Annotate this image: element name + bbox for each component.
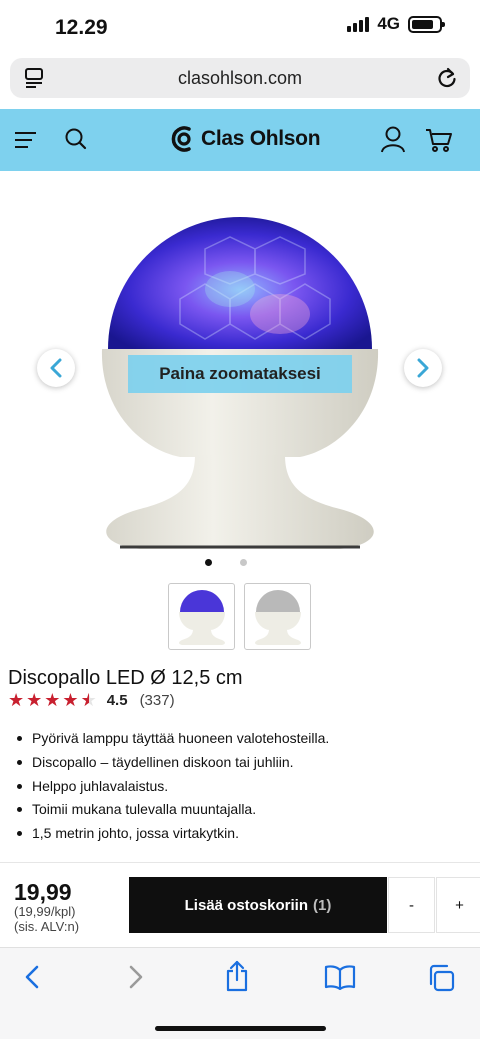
star-full-icon: ★ <box>8 690 25 710</box>
status-time: 12.29 <box>55 16 108 39</box>
cart-quantity: (1) <box>313 896 332 914</box>
rating-count: (337) <box>139 691 175 709</box>
address-bar[interactable]: clasohlson.com <box>10 58 470 98</box>
quantity-decrease-button[interactable]: - <box>388 877 435 933</box>
feature-list: Pyörivä lamppu täyttää huoneen valotehos… <box>16 727 329 846</box>
brand-name: Clas Ohlson <box>201 127 321 150</box>
thumbnail-strip <box>168 583 311 650</box>
cart-icon[interactable] <box>425 127 453 158</box>
price: 19,99 <box>14 879 72 905</box>
home-indicator <box>155 1026 326 1031</box>
forward-icon[interactable] <box>126 964 146 995</box>
network-label: 4G <box>377 14 400 33</box>
star-full-icon: ★ <box>62 690 79 710</box>
signal-icon <box>347 16 370 32</box>
star-full-icon: ★ <box>44 690 61 710</box>
url-text: clasohlson.com <box>177 68 303 88</box>
gallery-dot[interactable] <box>240 559 247 566</box>
chevron-left-icon <box>50 358 62 378</box>
star-half-icon: ★ <box>80 690 97 710</box>
product-rating[interactable]: ★ ★ ★ ★ ★ 4.5 (337) <box>8 690 175 710</box>
share-icon[interactable] <box>224 960 250 997</box>
account-icon[interactable] <box>380 125 406 158</box>
star-full-icon: ★ <box>26 690 43 710</box>
brand-logo[interactable]: Clas Ohlson <box>170 124 321 154</box>
vat-note: (sis. ALV:n) <box>14 919 80 934</box>
thumbnail-1[interactable] <box>168 583 235 650</box>
feature-item: Pyörivä lamppu täyttää huoneen valotehos… <box>16 727 329 751</box>
thumbnail-2[interactable] <box>244 583 311 650</box>
unit-price: (19,99/kpl) <box>14 904 76 919</box>
status-bar: 12.29 4G <box>0 0 480 56</box>
back-icon[interactable] <box>22 964 42 995</box>
feature-item: Helppo juhlavalaistus. <box>16 775 329 799</box>
gallery-dot-active[interactable] <box>205 559 212 566</box>
product-title: Discopallo LED Ø 12,5 cm <box>8 667 243 689</box>
chevron-right-icon <box>417 358 429 378</box>
battery-icon <box>408 15 445 33</box>
tabs-icon[interactable] <box>427 964 455 997</box>
gallery-next-button[interactable] <box>404 349 442 387</box>
product-gallery[interactable]: Paina zoomataksesi <box>0 171 480 576</box>
reload-icon[interactable] <box>436 66 458 95</box>
zoom-hint[interactable]: Paina zoomataksesi <box>128 355 352 393</box>
rating-score: 4.5 <box>106 691 128 709</box>
add-to-cart-label: Lisää ostoskoriin <box>184 896 309 914</box>
quantity-increase-button[interactable]: + <box>436 877 480 933</box>
feature-item: Toimii mukana tulevalla muuntajalla. <box>16 798 329 822</box>
clas-ohlson-logo-icon <box>171 126 191 152</box>
bookmarks-icon[interactable] <box>324 964 356 995</box>
site-header: Clas Ohlson <box>0 109 480 171</box>
browser-toolbar <box>0 947 480 1039</box>
status-indicators: 4G <box>347 14 445 34</box>
gallery-prev-button[interactable] <box>37 349 75 387</box>
search-icon[interactable] <box>64 127 88 156</box>
feature-item: Discopallo – täydellinen diskoon tai juh… <box>16 751 329 775</box>
add-to-cart-button[interactable]: Lisää ostoskoriin (1) <box>129 877 387 933</box>
hamburger-menu-icon[interactable] <box>14 130 38 155</box>
purchase-bar: 19,99 (19,99/kpl) (sis. ALV:n) Lisää ost… <box>0 862 480 946</box>
feature-item: 1,5 metrin johto, jossa virtakytkin. <box>16 822 329 846</box>
gallery-dots <box>205 559 247 566</box>
